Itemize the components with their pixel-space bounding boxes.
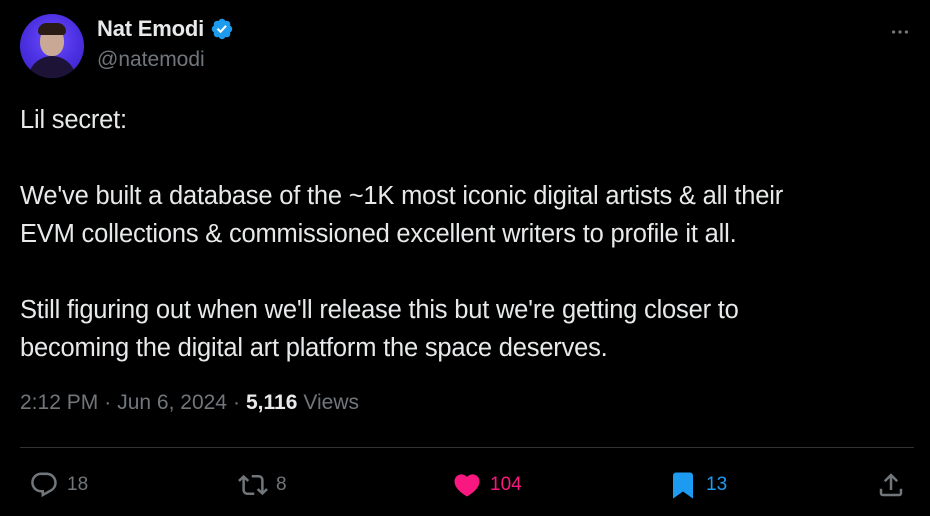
avatar-hair — [38, 23, 66, 35]
heart-icon — [454, 474, 480, 497]
tweet-line: Lil secret: — [20, 106, 127, 134]
meta-separator: · — [104, 391, 112, 414]
tweet-line: EVM collections & commissioned excellent… — [20, 220, 737, 248]
share-button[interactable] — [876, 470, 906, 500]
bookmark-count: 13 — [706, 474, 728, 495]
share-icon — [879, 473, 903, 497]
repost-icon — [238, 474, 268, 496]
repost-count: 8 — [276, 474, 287, 495]
repost-button[interactable]: 8 — [238, 470, 287, 500]
avatar-body — [28, 56, 76, 78]
tweet-line: We've built a database of the ~1K most i… — [20, 182, 783, 210]
tweet-text: Lil secret: We've built a database of th… — [20, 101, 900, 367]
tweet-time[interactable]: 2:12 PM — [20, 391, 98, 415]
author-name-row: Nat Emodi — [97, 16, 234, 42]
tweet-card: Nat Emodi @natemodi Lil secret: We've bu… — [0, 0, 930, 516]
reply-icon — [31, 472, 57, 498]
tweet-line: Still figuring out when we'll release th… — [20, 296, 739, 324]
author-handle[interactable]: @natemodi — [97, 48, 205, 72]
more-horizontal-icon — [891, 30, 909, 34]
verified-badge-icon — [211, 18, 233, 40]
like-count: 104 — [490, 474, 522, 495]
avatar[interactable] — [20, 14, 84, 78]
more-options-button[interactable] — [888, 20, 912, 44]
author-display-name[interactable]: Nat Emodi — [97, 16, 204, 42]
views-label: Views — [303, 391, 360, 414]
reply-count: 18 — [67, 474, 89, 495]
views-count[interactable]: 5,116 — [246, 391, 297, 415]
meta-separator: · — [232, 391, 240, 414]
bookmark-button[interactable]: 13 — [668, 470, 727, 500]
tweet-line: becoming the digital art platform the sp… — [20, 334, 608, 362]
reply-button[interactable]: 18 — [29, 470, 88, 500]
like-button[interactable]: 104 — [452, 470, 522, 500]
bookmark-icon — [673, 472, 693, 499]
divider — [20, 447, 914, 448]
tweet-meta: 2:12 PM · Jun 6, 2024 · 5,116 Views — [20, 391, 359, 415]
tweet-date[interactable]: Jun 6, 2024 — [117, 391, 227, 415]
